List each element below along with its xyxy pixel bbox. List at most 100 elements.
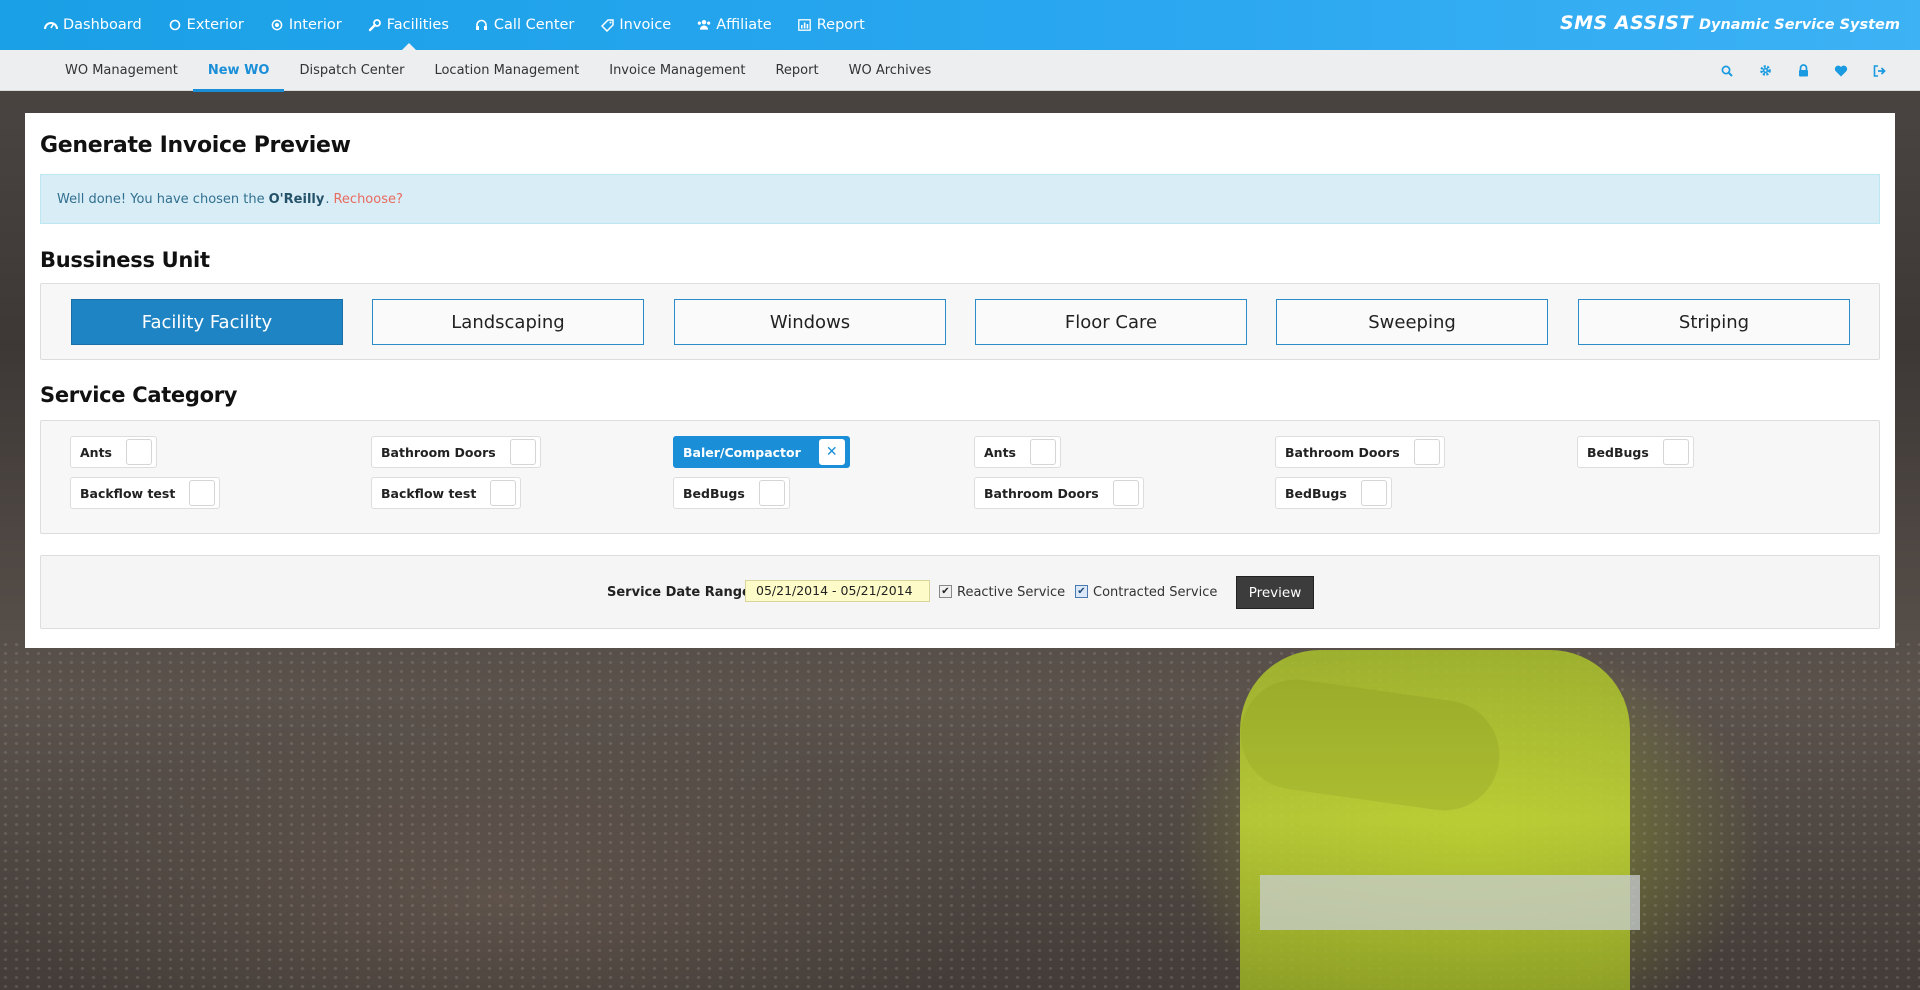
category-chip[interactable]: Bathroom Doors — [371, 436, 541, 468]
category-checkbox[interactable] — [490, 480, 517, 506]
bu-button-windows[interactable]: Windows — [674, 299, 946, 345]
category-chip[interactable]: Ants — [70, 436, 157, 468]
category-checkbox[interactable] — [1662, 439, 1689, 465]
alert-period: . — [325, 191, 330, 207]
category-checkbox[interactable] — [1360, 480, 1387, 506]
preview-button[interactable]: Preview — [1236, 576, 1314, 609]
tag-icon — [600, 18, 614, 32]
category-checkbox[interactable] — [1030, 439, 1056, 465]
contracted-service-checkbox[interactable]: ✔ — [1075, 585, 1088, 598]
search-icon[interactable] — [1708, 65, 1746, 77]
lock-icon[interactable] — [1784, 64, 1822, 77]
nav-invoice-label: Invoice — [619, 17, 672, 33]
contracted-service-label: Contracted Service — [1093, 585, 1218, 600]
nav-interior[interactable]: Interior — [270, 0, 354, 50]
category-label: Bathroom Doors — [1285, 444, 1400, 460]
subnav-invoice-management[interactable]: Invoice Management — [594, 50, 760, 91]
business-unit-panel: Facility Facility Landscaping Windows Fl… — [40, 283, 1880, 360]
subnav-wo-archives[interactable]: WO Archives — [834, 50, 947, 91]
subnav-location-management[interactable]: Location Management — [419, 50, 594, 91]
page-title: Generate Invoice Preview — [40, 133, 351, 158]
success-alert: Well done! You have chosen the O'Reilly.… — [40, 174, 1880, 224]
category-checkbox[interactable] — [1413, 439, 1440, 465]
category-checkbox[interactable] — [1112, 480, 1139, 506]
gear-icon[interactable] — [1746, 64, 1784, 77]
main-menu: Dashboard Exterior Interior Facilities C… — [44, 0, 891, 50]
bu-button-landscaping[interactable]: Landscaping — [372, 299, 644, 345]
nav-dashboard[interactable]: Dashboard — [44, 0, 154, 50]
category-label: Ants — [984, 444, 1016, 460]
nav-invoice[interactable]: Invoice — [600, 0, 683, 50]
service-category-title: Service Category — [40, 383, 238, 407]
category-checkbox[interactable] — [509, 439, 536, 465]
category-label: Ants — [80, 444, 112, 460]
category-chip[interactable]: BedBugs — [673, 477, 790, 509]
date-range-label: Service Date Range — [607, 585, 751, 600]
subnav-wo-management[interactable]: WO Management — [50, 50, 193, 91]
category-chip[interactable]: BedBugs — [1577, 436, 1694, 468]
category-label: Bathroom Doors — [984, 485, 1099, 501]
headset-icon — [475, 18, 489, 32]
bu-button-floor-care[interactable]: Floor Care — [975, 299, 1247, 345]
category-chip[interactable]: BedBugs — [1275, 477, 1392, 509]
category-chip[interactable]: Backflow test — [70, 477, 221, 509]
category-label: BedBugs — [1587, 444, 1649, 460]
sign-out-icon[interactable] — [1860, 64, 1898, 77]
sub-navigation: WO Management New WO Dispatch Center Loc… — [0, 50, 1920, 92]
category-chip[interactable]: Bathroom Doors — [974, 477, 1144, 509]
nav-call-center-label: Call Center — [493, 17, 575, 33]
service-category-panel: Ants Bathroom Doors Baler/Compactor ✕ Ant… — [40, 420, 1880, 534]
category-label: BedBugs — [683, 485, 745, 501]
business-unit-title: Bussiness Unit — [40, 248, 210, 272]
nav-affiliate[interactable]: Affiliate — [697, 0, 784, 50]
category-label: Backflow test — [80, 485, 176, 501]
category-chip[interactable]: Bathroom Doors — [1275, 436, 1445, 468]
nav-facilities-label: Facilities — [386, 17, 449, 33]
nav-report[interactable]: Report — [798, 0, 877, 50]
invoice-preview-card: Generate Invoice Preview Well done! You … — [25, 113, 1895, 648]
category-chip-selected[interactable]: Baler/Compactor ✕ — [673, 436, 850, 468]
nav-facilities[interactable]: Facilities — [368, 0, 461, 50]
heart-icon[interactable] — [1822, 65, 1860, 77]
nav-affiliate-label: Affiliate — [716, 17, 772, 33]
top-navigation: Dashboard Exterior Interior Facilities C… — [0, 0, 1920, 50]
date-range-input[interactable]: 05/21/2014 - 05/21/2014 — [745, 580, 930, 602]
nav-dashboard-label: Dashboard — [63, 17, 142, 33]
subnav-new-wo[interactable]: New WO — [192, 50, 285, 92]
category-chip[interactable]: Backflow test — [371, 477, 522, 509]
nav-call-center[interactable]: Call Center — [475, 0, 586, 50]
bu-button-sweeping[interactable]: Sweeping — [1276, 299, 1548, 345]
category-label: Baler/Compactor — [683, 444, 801, 460]
close-icon[interactable]: ✕ — [818, 439, 845, 465]
alert-client-name: O'Reilly — [268, 191, 325, 207]
brand: SMS ASSIST Dynamic Service System — [1560, 12, 1900, 34]
nav-report-label: Report — [816, 17, 865, 33]
category-chip[interactable]: Ants — [974, 436, 1061, 468]
reactive-service-label: Reactive Service — [957, 585, 1066, 600]
users-icon — [697, 18, 711, 32]
bu-button-facility[interactable]: Facility Facility — [71, 299, 343, 345]
category-checkbox[interactable] — [758, 480, 785, 506]
nav-interior-label: Interior — [288, 17, 342, 33]
category-checkbox[interactable] — [189, 480, 216, 506]
nav-exterior[interactable]: Exterior — [168, 0, 256, 50]
filter-panel: Service Date Range 05/21/2014 - 05/21/20… — [40, 555, 1880, 629]
brand-tagline: Dynamic Service System — [1698, 17, 1900, 33]
bu-button-striping[interactable]: Striping — [1578, 299, 1850, 345]
subnav-dispatch-center[interactable]: Dispatch Center — [284, 50, 419, 91]
reactive-service-checkbox[interactable]: ✔ — [939, 585, 952, 598]
nav-exterior-label: Exterior — [186, 17, 244, 33]
dashboard-icon — [44, 18, 58, 32]
wrench-icon — [368, 18, 382, 32]
category-checkbox[interactable] — [126, 439, 152, 465]
circle-icon — [168, 18, 182, 32]
rechoose-link[interactable]: Rechoose? — [333, 192, 402, 207]
bar-chart-icon — [798, 18, 812, 32]
category-label: Bathroom Doors — [381, 444, 496, 460]
brand-logo: SMS ASSIST — [1559, 12, 1693, 34]
target-icon — [270, 18, 284, 32]
toolbar — [1708, 50, 1898, 91]
alert-text: Well done! You have chosen the — [57, 191, 265, 207]
subnav-report[interactable]: Report — [760, 50, 833, 91]
category-label: Backflow test — [381, 485, 477, 501]
